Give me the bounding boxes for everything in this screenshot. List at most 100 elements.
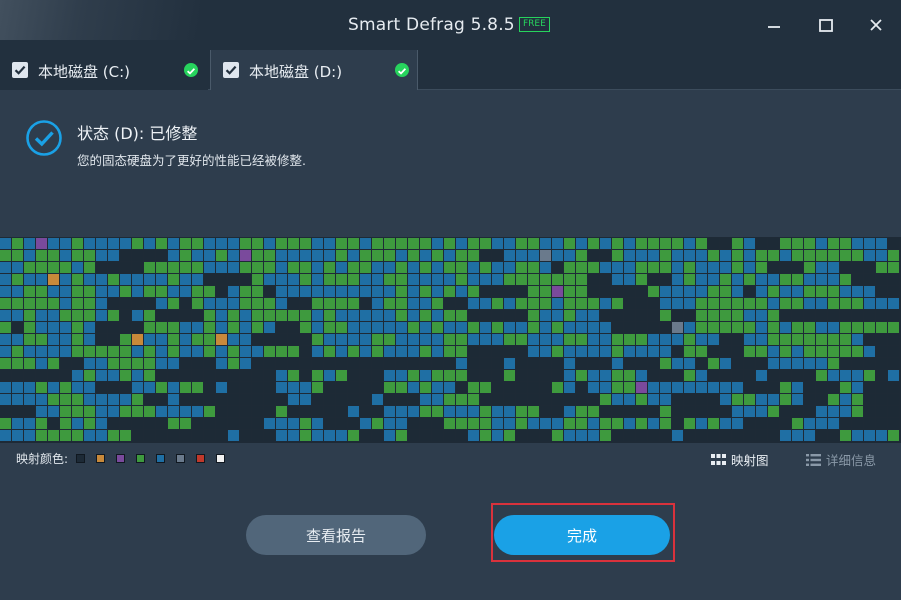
disk-cluster-block: [804, 322, 815, 333]
disk-cluster-block: [156, 262, 167, 273]
disk-cluster-block: [552, 394, 563, 405]
disk-cluster-block: [660, 298, 671, 309]
disk-cluster-block: [108, 394, 119, 405]
disk-cluster-block: [120, 358, 131, 369]
disk-cluster-block: [300, 250, 311, 261]
disk-cluster-block: [672, 406, 683, 417]
disk-cluster-block: [228, 250, 239, 261]
disk-cluster-block: [360, 370, 371, 381]
disk-cluster-block: [96, 274, 107, 285]
disk-cluster-block: [396, 262, 407, 273]
disk-cluster-block: [552, 238, 563, 249]
disk-cluster-block: [624, 310, 635, 321]
disk-cluster-block: [204, 418, 215, 429]
disk-cluster-block: [444, 394, 455, 405]
disk-cluster-block: [408, 286, 419, 297]
disk-cluster-block: [324, 430, 335, 441]
disk-cluster-block: [240, 406, 251, 417]
view-map-button[interactable]: 映射图: [711, 450, 769, 469]
disk-cluster-block: [72, 262, 83, 273]
disk-cluster-block: [528, 358, 539, 369]
disk-cluster-block: [768, 334, 779, 345]
disk-cluster-block: [444, 298, 455, 309]
disk-cluster-block: [48, 334, 59, 345]
disk-cluster-block: [420, 346, 431, 357]
disk-cluster-block: [144, 286, 155, 297]
disk-cluster-block: [216, 382, 227, 393]
disk-cluster-block: [456, 382, 467, 393]
disk-cluster-block: [180, 334, 191, 345]
disk-cluster-block: [504, 250, 515, 261]
disk-cluster-block: [660, 394, 671, 405]
view-report-button[interactable]: 查看报告: [246, 515, 426, 555]
disk-cluster-block: [192, 310, 203, 321]
disk-cluster-block: [372, 358, 383, 369]
maximize-button[interactable]: [814, 13, 838, 37]
disk-cluster-block: [372, 310, 383, 321]
disk-cluster-block: [192, 238, 203, 249]
disk-cluster-block: [468, 358, 479, 369]
disk-cluster-block: [744, 346, 755, 357]
disk-cluster-block: [528, 430, 539, 441]
disk-cluster-block: [732, 394, 743, 405]
disk-cluster-block: [144, 394, 155, 405]
close-button[interactable]: [864, 13, 888, 37]
disk-cluster-block: [48, 346, 59, 357]
disk-cluster-block: [636, 406, 647, 417]
disk-cluster-block: [720, 430, 731, 441]
disk-cluster-block: [756, 406, 767, 417]
done-button[interactable]: 完成: [494, 515, 670, 555]
disk-cluster-block: [372, 322, 383, 333]
disk-cluster-block: [396, 298, 407, 309]
disk-cluster-block: [408, 358, 419, 369]
disk-cluster-block: [672, 298, 683, 309]
disk-cluster-block: [360, 334, 371, 345]
disk-cluster-block: [720, 418, 731, 429]
disk-cluster-block: [492, 430, 503, 441]
view-details-button[interactable]: 详细信息: [806, 450, 876, 469]
disk-cluster-block: [696, 238, 707, 249]
minimize-button[interactable]: [762, 13, 786, 37]
disk-cluster-block: [768, 238, 779, 249]
disk-cluster-block: [804, 346, 815, 357]
disk-cluster-block: [732, 238, 743, 249]
disk-cluster-block: [300, 238, 311, 249]
disk-cluster-block: [480, 346, 491, 357]
tab-drive-c[interactable]: 本地磁盘 (C:): [0, 50, 208, 90]
disk-cluster-block: [876, 262, 887, 273]
disk-cluster-block: [264, 274, 275, 285]
disk-cluster-block: [624, 274, 635, 285]
disk-cluster-block: [336, 370, 347, 381]
disk-cluster-block: [708, 406, 719, 417]
drive-c-checkbox[interactable]: [12, 62, 28, 78]
disk-cluster-block: [612, 382, 623, 393]
legend-swatch-fragmented: [96, 453, 106, 463]
disk-cluster-block: [396, 346, 407, 357]
disk-cluster-block: [276, 394, 287, 405]
disk-cluster-block: [540, 322, 551, 333]
disk-cluster-block: [96, 310, 107, 321]
disk-cluster-block: [312, 394, 323, 405]
disk-cluster-block: [48, 274, 59, 285]
disk-cluster-block: [312, 346, 323, 357]
disk-cluster-block: [768, 322, 779, 333]
disk-cluster-block: [696, 430, 707, 441]
disk-cluster-block: [816, 394, 827, 405]
disk-cluster-block: [120, 238, 131, 249]
disk-cluster-block: [156, 370, 167, 381]
disk-cluster-block: [300, 262, 311, 273]
disk-cluster-block: [168, 274, 179, 285]
disk-cluster-block: [696, 274, 707, 285]
disk-cluster-block: [480, 382, 491, 393]
disk-cluster-block: [732, 358, 743, 369]
disk-cluster-block: [48, 370, 59, 381]
disk-cluster-block: [780, 358, 791, 369]
tab-drive-d[interactable]: 本地磁盘 (D:): [210, 50, 418, 90]
disk-cluster-block: [0, 334, 11, 345]
disk-cluster-block: [816, 286, 827, 297]
disk-cluster-block: [864, 298, 875, 309]
disk-cluster-block: [120, 382, 131, 393]
disk-cluster-block: [144, 370, 155, 381]
drive-d-checkbox[interactable]: [223, 62, 239, 78]
disk-cluster-block: [228, 274, 239, 285]
